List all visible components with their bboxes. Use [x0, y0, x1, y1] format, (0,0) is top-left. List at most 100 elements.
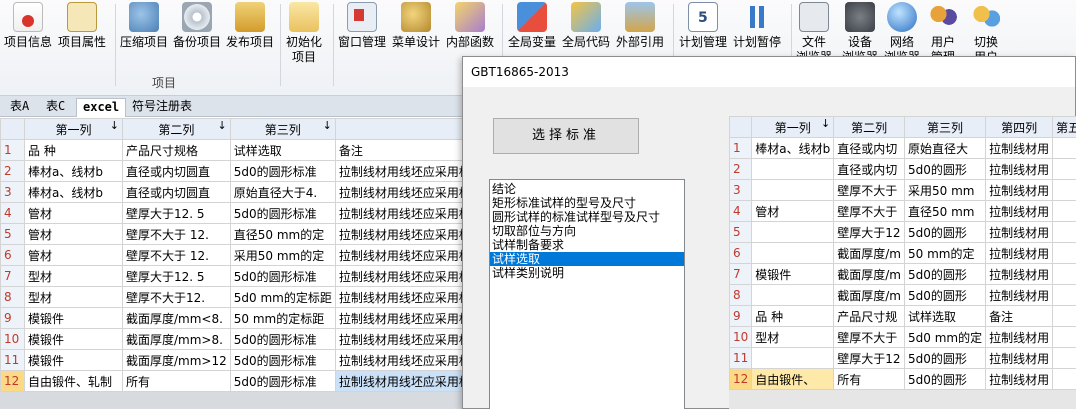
table-cell[interactable]: 型材 [751, 326, 835, 348]
device-mgr-button[interactable]: 设备 浏览器 [842, 2, 878, 64]
table-cell[interactable]: 壁厚不大于 [833, 200, 905, 222]
menu-design-button[interactable]: 菜单设计 [392, 2, 440, 60]
row-number[interactable]: 10 [0, 328, 25, 350]
publish-project-button[interactable]: 发布项目 [226, 2, 274, 60]
grid-corner[interactable] [0, 118, 25, 140]
table-cell[interactable]: 产品尺寸规格 [122, 139, 231, 161]
table-cell[interactable]: 5d0的圆形 [903, 158, 987, 180]
table-cell[interactable]: 壁厚大于12. 5 [122, 202, 231, 224]
tab-symbol-registry[interactable]: 符号注册表 [126, 98, 198, 117]
table-cell[interactable]: 自由锻件、 [751, 368, 835, 390]
table-cell[interactable]: 直径或内切圆直 [122, 160, 231, 182]
table-cell[interactable]: 截面厚度/m [833, 242, 905, 264]
sort-arrow-icon[interactable]: ↓ [323, 120, 332, 133]
table-cell[interactable]: 5d0的圆形标准 [229, 349, 336, 371]
section-listbox[interactable]: 结论 矩形标准试样的型号及尺寸 圆形试样的标准试样型号及尺寸 切取部位与方向 试样制备要… [489, 179, 685, 409]
table-cell[interactable]: 直径或内切圆直 [122, 181, 231, 203]
table-cell[interactable] [1052, 263, 1076, 285]
table-cell[interactable]: 自由锻件、轧制 [24, 370, 123, 392]
table-cell[interactable]: 品 种 [751, 305, 835, 327]
table-cell[interactable] [751, 179, 835, 201]
sort-arrow-icon[interactable]: ↓ [218, 120, 227, 133]
table-cell[interactable]: 50 mm的定标距 [229, 307, 336, 329]
table-cell[interactable]: 采用50 mm [903, 179, 987, 201]
list-item[interactable]: 试样类别说明 [490, 266, 684, 280]
row-number[interactable]: 1 [0, 139, 25, 161]
table-cell[interactable]: 原始直径大于4. [229, 181, 336, 203]
table-cell[interactable]: 试样选取 [903, 305, 987, 327]
table-cell[interactable]: 壁厚不大于 [833, 326, 905, 348]
table-cell[interactable] [1052, 326, 1076, 348]
table-cell[interactable] [751, 347, 835, 369]
column-header[interactable]: 第一列 ↓ [24, 118, 123, 140]
table-cell[interactable] [1052, 137, 1076, 159]
select-standard-button[interactable]: 选择标准 [493, 118, 639, 154]
table-cell[interactable]: 拉制线材用 [985, 200, 1054, 222]
column-header[interactable]: 第三列 [903, 116, 987, 138]
sort-arrow-icon[interactable]: ↓ [821, 118, 830, 131]
table-cell[interactable]: 直径或内切 [833, 158, 905, 180]
table-cell[interactable]: 品 种 [24, 139, 123, 161]
init-project-button[interactable]: 初始化 项目 [286, 2, 322, 64]
table-cell[interactable]: 拉制线材用线坯应采用标 [334, 349, 480, 371]
table-cell[interactable]: 截面厚度/mm>8. [122, 328, 231, 350]
row-number[interactable]: 1 [728, 137, 753, 159]
table-cell[interactable]: 直径50 mm的定 [229, 223, 336, 245]
row-number[interactable]: 8 [0, 286, 25, 308]
table-cell[interactable]: 管材 [24, 244, 123, 266]
row-number[interactable]: 12 [728, 368, 753, 390]
table-cell[interactable]: 壁厚不大于12. [122, 286, 231, 308]
column-header[interactable]: 第二列 [833, 116, 905, 138]
table-cell[interactable]: 截面厚度/mm>12 [122, 349, 231, 371]
row-number[interactable]: 2 [0, 160, 25, 182]
row-number[interactable]: 2 [728, 158, 753, 180]
table-cell[interactable]: 型材 [24, 286, 123, 308]
column-header[interactable]: 第二列 ↓ [122, 118, 231, 140]
table-cell[interactable]: 模锻件 [751, 263, 835, 285]
tab-excel[interactable]: excel [76, 98, 127, 117]
table-cell[interactable]: 管材 [24, 202, 123, 224]
row-number[interactable]: 3 [728, 179, 753, 201]
table-cell[interactable]: 棒材a、线材b [24, 181, 123, 203]
column-header[interactable]: 第三列 ↓ [229, 118, 336, 140]
table-cell[interactable]: 拉制线材用线坯应采用标 [334, 160, 480, 182]
user-mgmt-button[interactable]: 用户 管理 [928, 2, 958, 64]
row-number[interactable]: 11 [0, 349, 25, 371]
list-item[interactable]: 圆形试样的标准试样型号及尺寸 [490, 210, 684, 224]
table-cell[interactable] [1052, 368, 1076, 390]
table-cell[interactable]: 拉制线材用 [985, 179, 1054, 201]
table-cell[interactable] [1052, 305, 1076, 327]
table-cell[interactable]: 拉制线材用线坯应采用标 [334, 370, 480, 392]
table-cell[interactable]: 壁厚大于12 [833, 347, 905, 369]
table-cell[interactable]: 拉制线材用 [985, 368, 1054, 390]
plan-mgmt-button[interactable]: 计划管理 [679, 2, 727, 60]
table-cell[interactable]: 5d0的圆形标准 [229, 202, 336, 224]
table-cell[interactable]: 拉制线材用线坯应采用标 [334, 307, 480, 329]
file-mgr-button[interactable]: 文件 浏览器 [796, 2, 832, 64]
global-code-button[interactable]: 全局代码 [562, 2, 610, 60]
table-cell[interactable]: 拉制线材用线坯应采用标 [334, 181, 480, 203]
project-props-button[interactable]: 项目属性 [58, 2, 106, 60]
window-mgmt-button[interactable]: 窗口管理 [338, 2, 386, 60]
table-cell[interactable]: 5d0的圆形 [903, 347, 987, 369]
row-number[interactable]: 12 [0, 370, 25, 392]
table-cell[interactable]: 拉制线材用 [985, 158, 1054, 180]
table-cell[interactable]: 5d0的圆形标准 [229, 160, 336, 182]
table-cell[interactable]: 壁厚不大于 12. [122, 223, 231, 245]
table-cell[interactable]: 5d0的圆形 [903, 221, 987, 243]
table-cell[interactable]: 5d0 mm的定 [903, 326, 987, 348]
table-cell[interactable]: 5d0的圆形 [903, 263, 987, 285]
table-cell[interactable]: 5d0的圆形标准 [229, 370, 336, 392]
table-cell[interactable]: 原始直径大 [903, 137, 987, 159]
table-cell[interactable]: 壁厚大于12 [833, 221, 905, 243]
table-cell[interactable]: 截面厚度/m [833, 263, 905, 285]
sort-arrow-icon[interactable]: ↓ [110, 120, 119, 133]
column-header-selected[interactable] [334, 118, 480, 140]
row-number[interactable]: 6 [728, 242, 753, 264]
table-cell[interactable]: 拉制线材用线坯应采用标 [334, 286, 480, 308]
column-header[interactable]: 第一列 ↓ [751, 116, 835, 138]
table-cell[interactable]: 拉制线材用线坯应采用标 [334, 328, 480, 350]
table-cell[interactable] [1052, 179, 1076, 201]
table-cell[interactable] [1052, 284, 1076, 306]
table-cell[interactable]: 直径或内切 [833, 137, 905, 159]
